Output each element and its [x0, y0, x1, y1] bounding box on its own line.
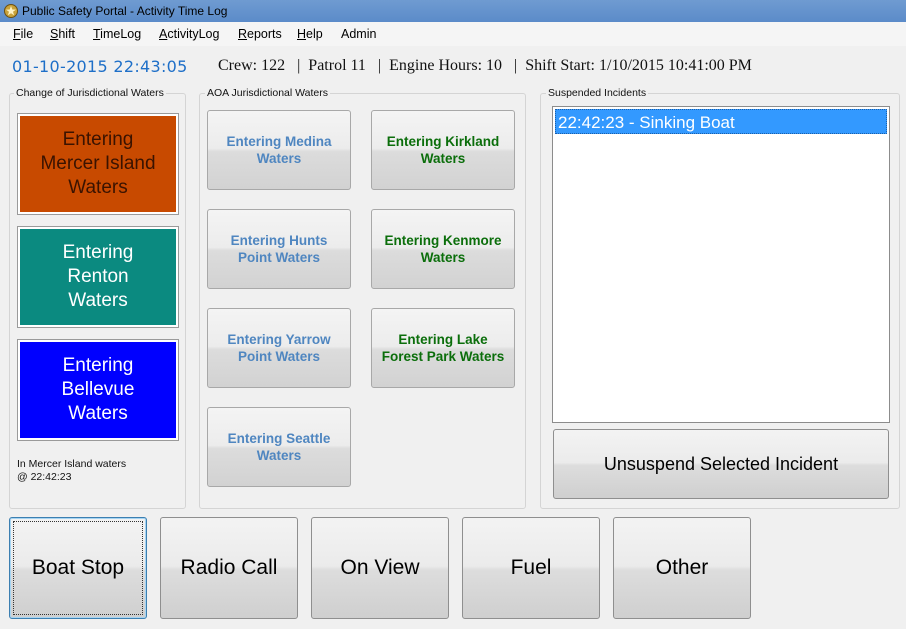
other-button[interactable]: Other: [613, 517, 751, 619]
current-waters-text: In Mercer Island waters: [17, 458, 127, 470]
menu-activitylog[interactable]: ActivityLog: [157, 22, 221, 46]
lake-forest-park-button-label: Entering Lake Forest Park Waters: [381, 332, 505, 364]
menu-file[interactable]: File: [11, 22, 35, 46]
mercer-island-button[interactable]: Entering Mercer Island Waters: [17, 113, 179, 215]
seattle-button-label: Entering Seattle Waters: [227, 431, 331, 463]
jurisdiction-group-label: Change of Jurisdictional Waters: [14, 87, 166, 99]
fuel-button-label: Fuel: [510, 556, 552, 579]
list-item[interactable]: 22:42:23 - Sinking Boat: [555, 109, 887, 134]
fuel-button[interactable]: Fuel: [462, 517, 600, 619]
hunts-point-button[interactable]: Entering Hunts Point Waters: [207, 209, 351, 289]
window-titlebar: Public Safety Portal - Activity Time Log: [0, 0, 906, 22]
current-waters-status: In Mercer Island waters @ 22:42:23: [17, 458, 126, 484]
kirkland-button-label: Entering Kirkland Waters: [386, 134, 500, 166]
mercer-island-button-label: Entering Mercer Island Waters: [40, 129, 156, 198]
medina-button[interactable]: Entering Medina Waters: [207, 110, 351, 190]
menu-help[interactable]: Help: [295, 22, 325, 46]
yarrow-point-button-label: Entering Yarrow Point Waters: [227, 332, 331, 364]
radio-call-button[interactable]: Radio Call: [160, 517, 298, 619]
renton-button[interactable]: Entering Renton Waters: [17, 226, 179, 328]
hunts-point-button-label: Entering Hunts Point Waters: [230, 233, 328, 265]
other-button-label: Other: [655, 556, 709, 579]
unsuspend-button[interactable]: Unsuspend Selected Incident: [553, 429, 889, 499]
menu-shift[interactable]: Shift: [48, 22, 77, 46]
suspended-incidents-list[interactable]: 22:42:23 - Sinking Boat: [552, 106, 890, 423]
menu-admin[interactable]: Admin: [339, 22, 378, 46]
current-waters-time: @ 22:42:23: [17, 471, 72, 483]
kirkland-button[interactable]: Entering Kirkland Waters: [371, 110, 515, 190]
yarrow-point-button[interactable]: Entering Yarrow Point Waters: [207, 308, 351, 388]
bellevue-button[interactable]: Entering Bellevue Waters: [17, 339, 179, 441]
aoa-group-label: AOA Jurisdictional Waters: [205, 87, 330, 99]
app-badge-icon: [4, 4, 18, 18]
unsuspend-button-label: Unsuspend Selected Incident: [603, 453, 839, 474]
kenmore-button[interactable]: Entering Kenmore Waters: [371, 209, 515, 289]
menu-bar: File Shift TimeLog ActivityLog Reports H…: [0, 22, 906, 46]
boat-stop-button[interactable]: Boat Stop: [9, 517, 147, 619]
seattle-button[interactable]: Entering Seattle Waters: [207, 407, 351, 487]
radio-call-button-label: Radio Call: [180, 556, 278, 579]
current-datetime: 01-10-2015 22:43:05: [12, 57, 188, 76]
crew-status-line: Crew: 122 | Patrol 11 | Engine Hours: 10…: [218, 57, 752, 74]
focus-rectangle: [13, 521, 143, 615]
medina-button-label: Entering Medina Waters: [226, 134, 332, 166]
menu-reports[interactable]: Reports: [236, 22, 284, 46]
window-title: Public Safety Portal - Activity Time Log: [22, 4, 228, 18]
menu-timelog[interactable]: TimeLog: [91, 22, 143, 46]
on-view-button-label: On View: [340, 556, 420, 579]
on-view-button[interactable]: On View: [311, 517, 449, 619]
renton-button-label: Entering Renton Waters: [62, 242, 134, 311]
suspended-group-label: Suspended Incidents: [546, 87, 649, 99]
kenmore-button-label: Entering Kenmore Waters: [384, 233, 502, 265]
lake-forest-park-button[interactable]: Entering Lake Forest Park Waters: [371, 308, 515, 388]
bellevue-button-label: Entering Bellevue Waters: [61, 355, 135, 424]
